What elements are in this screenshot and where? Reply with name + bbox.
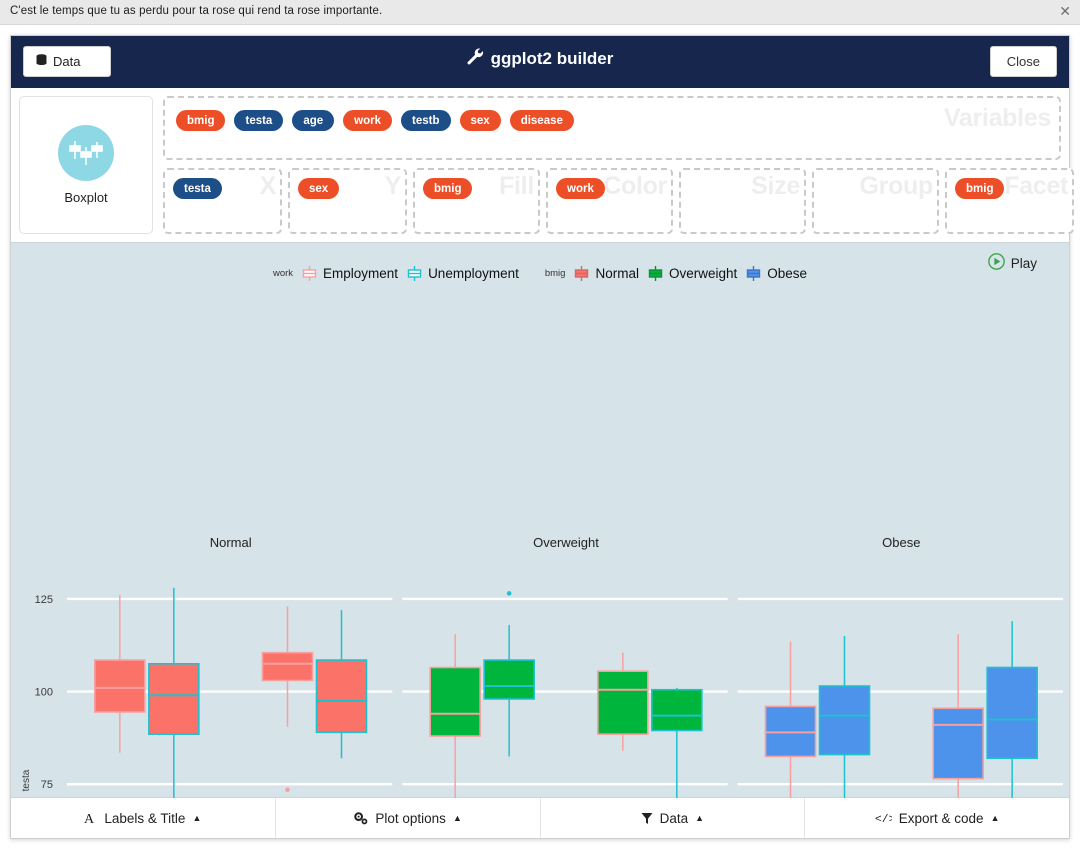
variables-panel[interactable]: Variables bmig testa age work testb sex diseas… [163, 96, 1061, 160]
y-axis-title: testa [21, 769, 32, 791]
boxplot-box [986, 621, 1038, 799]
zone-pill-wrap: bmig [423, 178, 473, 199]
zone-pill-wrap: sex [298, 178, 340, 199]
bottom-item-label: Labels & Title [104, 810, 186, 826]
boxplot-box [651, 687, 703, 799]
box-iqr [429, 666, 481, 737]
zone-fill[interactable]: Fill bmig [413, 168, 540, 234]
bottom-item-labels-title[interactable]: A Labels & Title ▲ [11, 798, 276, 838]
zone-pill-wrap: work [556, 178, 605, 199]
bottom-item-export-code[interactable]: </> Export & code ▲ [805, 798, 1069, 838]
chevron-up-icon: ▲ [990, 813, 1000, 823]
variables-panel-watermark: Variables [943, 104, 1051, 132]
modal-header: Data ggplot2 builder Close [11, 36, 1069, 88]
zone-label-fill: Fill [499, 172, 534, 200]
boxplot-icon [58, 125, 114, 181]
notification-text: C'est le temps que tu as perdu pour ta r… [10, 5, 383, 17]
variable-pill-testb[interactable]: testb [401, 110, 451, 131]
zone-label-color: Color [603, 172, 667, 200]
wrench-icon [467, 48, 484, 70]
notification-bar: C'est le temps que tu as perdu pour ta r… [0, 0, 1080, 25]
chevron-up-icon: ▲ [192, 813, 202, 823]
y-tick-label: 100 [35, 687, 53, 699]
zone-x[interactable]: Xtesta [163, 168, 282, 234]
zone-label-size: Size [751, 172, 800, 200]
zone-pill-bmig[interactable]: bmig [423, 178, 473, 199]
zone-pill-wrap: testa [173, 178, 222, 199]
y-tick-label: 75 [41, 779, 53, 791]
close-button[interactable]: Close [989, 46, 1057, 77]
zone-y[interactable]: Ysex [288, 168, 407, 234]
ggplot-builder-modal: Data ggplot2 builder Close Boxplot Varia… [10, 35, 1074, 839]
boxplot-box [483, 591, 535, 757]
y-tick-label: 125 [35, 594, 53, 606]
bottom-item-plot-options[interactable]: Plot options ▲ [276, 798, 541, 838]
chevron-up-icon: ▲ [695, 813, 705, 823]
close-icon[interactable]: ✕ [1059, 3, 1071, 19]
zone-pill-sex[interactable]: sex [298, 178, 340, 199]
box-iqr [94, 659, 146, 713]
boxplot-box [148, 587, 200, 799]
variable-pill-sex[interactable]: sex [459, 110, 501, 131]
bottom-item-label: Data [659, 810, 689, 826]
page-title-text: ggplot2 builder [490, 49, 614, 68]
geom-boxplot-card[interactable]: Boxplot [19, 96, 153, 234]
chevron-up-icon: ▲ [452, 813, 462, 823]
geom-label: Boxplot [64, 190, 108, 205]
zone-color[interactable]: Color work [546, 168, 673, 234]
zone-group[interactable]: Group [812, 168, 939, 234]
box-iqr [651, 688, 703, 732]
plot-panel: Play work Employment Unemployment bmig Norma… [11, 242, 1069, 799]
zone-pill-bmig[interactable]: bmig [955, 178, 1005, 199]
boxplot-box [315, 610, 368, 759]
filter-icon [641, 812, 653, 825]
zone-size[interactable]: Size [679, 168, 806, 234]
svg-text:A: A [84, 812, 95, 825]
code-icon: </> [875, 812, 892, 824]
page-title: ggplot2 builder [11, 48, 1069, 70]
box-iqr [932, 707, 984, 780]
variable-pill-disease[interactable]: disease [509, 110, 574, 131]
bottom-item-label: Plot options [375, 810, 446, 826]
gears-icon [353, 811, 368, 825]
zone-pill-wrap: bmig [955, 178, 1005, 199]
box-iqr [261, 651, 314, 682]
outlier-point [506, 591, 512, 596]
variable-pill-work[interactable]: work [343, 110, 393, 131]
zone-label-y: Y [384, 172, 402, 200]
box-iqr [597, 670, 649, 735]
bottom-toolbar: A Labels & Title ▲ Plot options ▲ Data ▲ </> Exp… [11, 798, 1069, 838]
outlier-point [285, 787, 290, 793]
controls-area: Boxplot Variables bmig testa age work testb s… [11, 88, 1074, 242]
boxplot-box [597, 652, 649, 751]
box-iqr [483, 659, 535, 700]
variable-pill-testa[interactable]: testa [234, 110, 284, 131]
box-iqr [818, 685, 871, 756]
zone-facet[interactable]: Facet bmig [945, 168, 1074, 234]
boxplot-box [429, 634, 481, 799]
boxplot-chart: 255075100125testaMaleFemaleMaleFemaleMal… [21, 587, 1063, 799]
box-iqr [315, 659, 368, 734]
zone-label-group: Group [859, 172, 934, 200]
zone-label-x: X [259, 172, 277, 200]
aesthetic-zones: Xtesta Ysex Fill bmig Color work Size Group Face… [163, 168, 1074, 234]
boxplot-box [818, 635, 871, 799]
variable-pill-age[interactable]: age [292, 110, 335, 131]
zone-pill-work[interactable]: work [556, 178, 605, 199]
svg-text:</>: </> [875, 814, 892, 824]
boxplot-box [764, 641, 817, 799]
box-iqr [986, 666, 1038, 760]
variable-pill-bmig[interactable]: bmig [176, 110, 226, 131]
boxplot-box [94, 595, 146, 753]
font-icon: A [84, 811, 97, 825]
box-iqr [148, 662, 200, 735]
zone-pill-testa[interactable]: testa [173, 178, 222, 199]
zone-label-facet: Facet [1004, 172, 1068, 200]
boxplot-box [261, 606, 314, 793]
bottom-item-data[interactable]: Data ▲ [541, 798, 806, 838]
boxplot-box [932, 634, 984, 799]
bottom-item-label: Export & code [898, 810, 984, 826]
variables-list: bmig testa age work testb sex disease [176, 110, 574, 131]
